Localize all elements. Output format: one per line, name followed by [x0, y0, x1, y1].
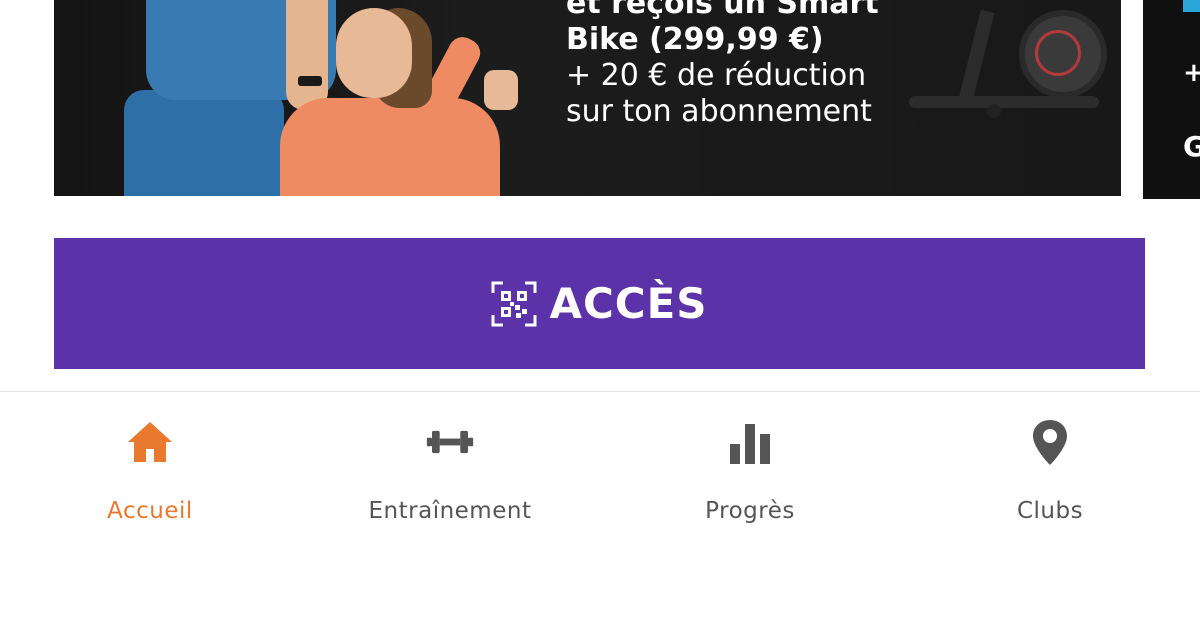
- bar-chart-icon: [730, 424, 770, 464]
- nav-item-clubs[interactable]: Clubs: [900, 392, 1200, 542]
- promo-line-2: Bike (299,99 €): [566, 22, 824, 57]
- promo-carousel[interactable]: et reçois un Smart Bike (299,99 €) + 20 …: [0, 0, 1200, 200]
- promo-line-3: + 20 € de réduction: [566, 58, 867, 93]
- nav-label-progres: Progrès: [705, 498, 795, 524]
- access-button[interactable]: ACCÈS: [54, 238, 1145, 369]
- bottom-nav: Accueil Entraînement Progrès Clubs: [0, 392, 1200, 620]
- access-button-content: ACCÈS: [491, 279, 707, 328]
- promo-text: et reçois un Smart Bike (299,99 €) + 20 …: [566, 0, 926, 130]
- promo-person-woman-head: [336, 8, 412, 98]
- promo-person-man: [124, 90, 284, 196]
- promo-line-1: et reçois un Smart: [566, 0, 879, 21]
- nav-label-entrainement: Entraînement: [368, 498, 532, 524]
- dumbbell-icon: [426, 430, 474, 454]
- nav-label-accueil: Accueil: [107, 498, 193, 524]
- bike-base: [909, 96, 1099, 108]
- nav-item-accueil[interactable]: Accueil: [0, 392, 300, 542]
- promo-next-accent: [1183, 0, 1200, 12]
- nav-item-entrainement[interactable]: Entraînement: [300, 392, 600, 542]
- app-screen: et reçois un Smart Bike (299,99 €) + 20 …: [0, 0, 1200, 620]
- bike-foot: [987, 104, 1001, 118]
- promo-person-woman-fist: [484, 70, 518, 110]
- promo-next-text: +: [1183, 58, 1200, 88]
- promo-line-4: sur ton abonnement: [566, 94, 872, 129]
- home-icon: [128, 422, 172, 462]
- nav-item-progres[interactable]: Progrès: [600, 392, 900, 542]
- bike-flywheel-accent: [1035, 30, 1081, 76]
- bike-frame: [957, 9, 995, 107]
- smartwatch-image: [298, 76, 322, 86]
- access-button-label: ACCÈS: [549, 279, 708, 328]
- promo-banner[interactable]: et reçois un Smart Bike (299,99 €) + 20 …: [54, 0, 1121, 196]
- promo-next-text-2: G: [1183, 130, 1200, 163]
- smart-bike-image: [899, 0, 1109, 120]
- promo-banner-next[interactable]: + G: [1143, 0, 1200, 199]
- promo-person-man-arm: [286, 0, 328, 110]
- map-pin-icon: [1033, 420, 1067, 465]
- nav-label-clubs: Clubs: [1016, 498, 1084, 524]
- promo-person-woman: [280, 98, 500, 196]
- qr-code-icon: [491, 281, 537, 326]
